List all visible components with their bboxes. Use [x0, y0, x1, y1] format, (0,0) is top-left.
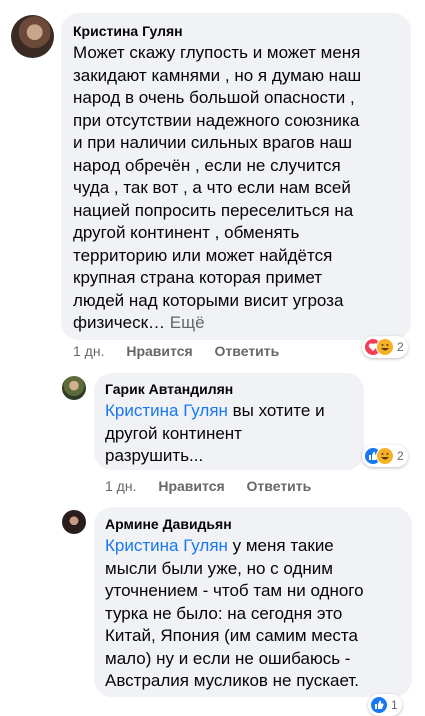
comment-line: Кристина Гулян вы хотите и: [105, 400, 360, 423]
haha-reaction-icon: [376, 447, 394, 465]
comment-actions: 1 дн. Нравится Ответить: [73, 343, 279, 359]
comment-line: при отсутствии надежного союзника: [73, 110, 360, 130]
comment-text: Может скажу глупость и может меня закида…: [73, 42, 408, 335]
comment-line: Китай, Япония (им самим места: [105, 626, 358, 645]
comment-line: людей над которыми висит угроза: [73, 290, 344, 310]
comment-line: закидают камнями , но я думаю наш: [73, 65, 362, 85]
comment-text: Кристина Гулян у меня такие мысли были у…: [105, 535, 410, 693]
like-button[interactable]: Нравится: [126, 343, 192, 359]
comment-text: Кристина Гулян вы хотите и другой контин…: [105, 400, 360, 468]
like-reaction-icon: [370, 696, 388, 714]
mention-link[interactable]: Кристина Гулян: [105, 536, 228, 555]
comment-line: территорию или может найдётся: [73, 245, 333, 265]
comment-line-text: вы хотите и: [227, 401, 325, 420]
reply-button[interactable]: Ответить: [247, 478, 312, 494]
comment-line: мало) ну и если не ошибаюсь -: [105, 648, 351, 668]
comment-line: уточнением - чтоб там ни одного: [105, 581, 364, 600]
comment-line: народ в очень большой опасности ,: [73, 88, 355, 107]
reply-button[interactable]: Ответить: [215, 343, 280, 359]
comment-line: и при наличии сильных врагов наш: [73, 133, 352, 152]
comment-line: другой континент: [105, 423, 242, 443]
comment-line: Может скажу глупость и может меня: [73, 43, 361, 62]
reaction-summary[interactable]: 1: [368, 694, 402, 716]
see-more-link[interactable]: Ещё: [170, 313, 205, 332]
comment-line: другой континент , обменять: [73, 223, 300, 242]
reaction-summary[interactable]: 2: [362, 445, 408, 467]
comment-line-text: у меня такие: [227, 536, 334, 555]
comment-actions: 1 дн. Нравится Ответить: [105, 478, 311, 494]
comment-line: нацией попросить переселиться на: [73, 200, 354, 220]
comment-line: турка не было: на сегодня это: [105, 603, 343, 623]
comment-author[interactable]: Гарик Автандилян: [105, 381, 233, 397]
avatar[interactable]: [11, 15, 54, 58]
comment-line: разрушить...: [105, 446, 204, 465]
comment-line: Австралия мусликов не пускает.: [105, 671, 360, 690]
haha-reaction-icon: [376, 338, 394, 356]
comment-line: чуда , так вот , а что если нам всей: [73, 178, 351, 197]
comment-line: мысли были уже, но с одним: [105, 558, 333, 578]
like-button[interactable]: Нравится: [158, 478, 224, 494]
reaction-count: 2: [397, 449, 404, 463]
avatar[interactable]: [62, 510, 86, 534]
comment-time[interactable]: 1 дн.: [105, 478, 136, 494]
avatar[interactable]: [62, 376, 86, 400]
comment-line: крупная страна которая примет: [73, 268, 323, 287]
comment-time[interactable]: 1 дн.: [73, 343, 104, 359]
reaction-summary[interactable]: 2: [362, 336, 408, 358]
comment-line: народ обречён , если не случится: [73, 155, 341, 175]
mention-link[interactable]: Кристина Гулян: [105, 401, 228, 420]
comment-line: физическ… Ещё: [73, 312, 408, 335]
comment-author[interactable]: Кристина Гулян: [73, 23, 183, 39]
comment-author[interactable]: Армине Давидьян: [105, 516, 232, 532]
reaction-count: 2: [397, 340, 404, 354]
comment-line: Кристина Гулян у меня такие: [105, 535, 410, 558]
comment-line-truncated: физическ…: [73, 313, 166, 332]
